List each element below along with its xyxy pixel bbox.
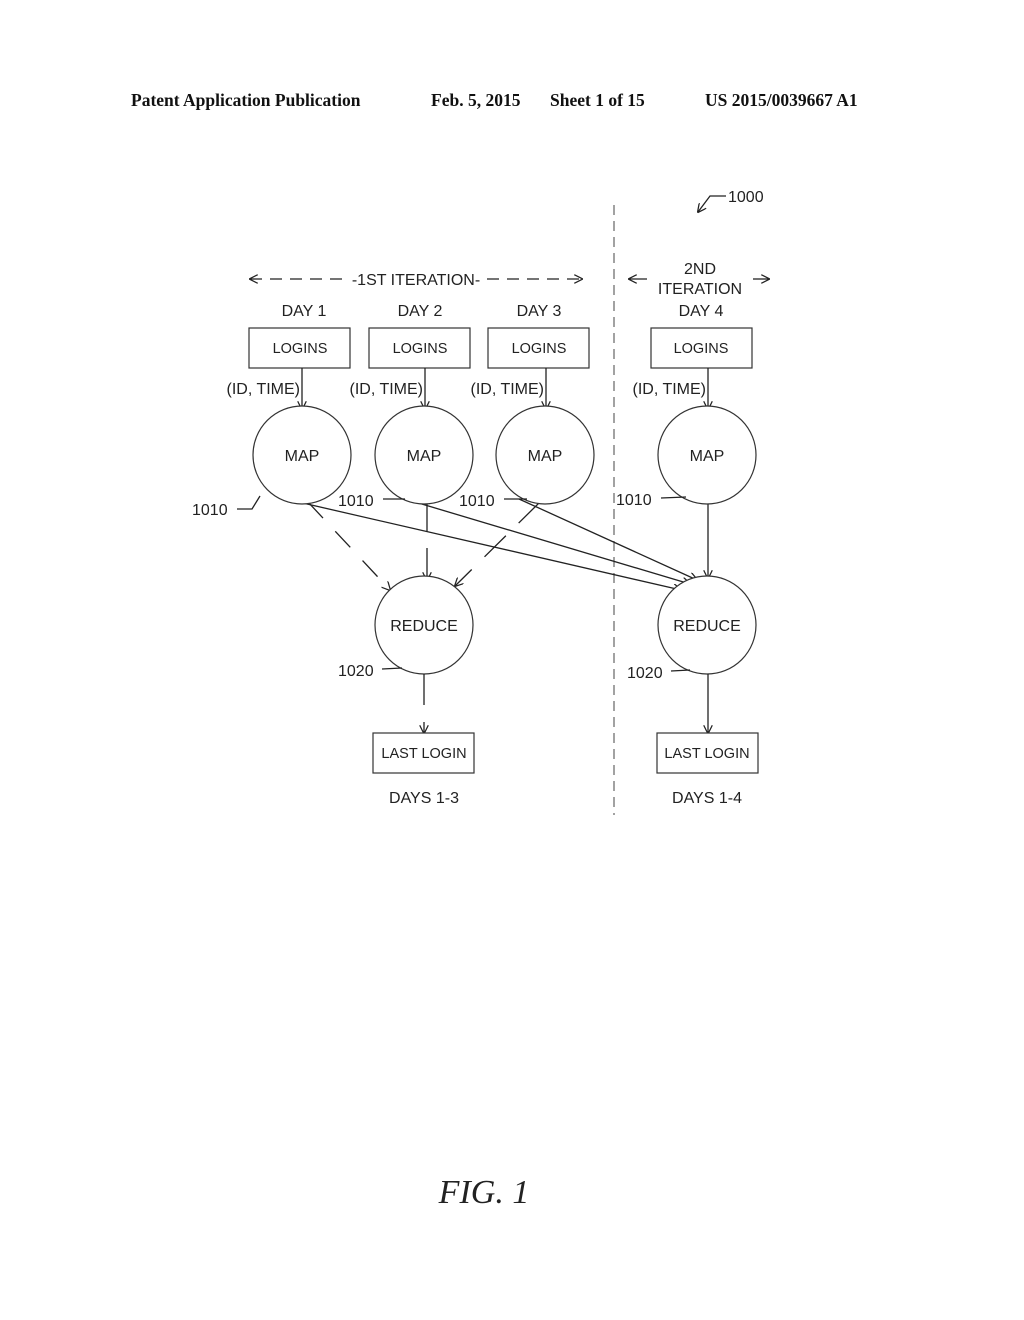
iteration1-label: -1ST ITERATION- [352, 272, 480, 289]
map-ref-label: 1010 [338, 493, 374, 510]
day-label: DAY 4 [679, 303, 724, 320]
map-label: MAP [407, 448, 442, 465]
edge-label-id-time: (ID, TIME) [633, 381, 706, 398]
edge-map3-to-reduce2 [518, 498, 697, 580]
edge-label-id-time: (ID, TIME) [350, 381, 423, 398]
reduce-ref-label: 1020 [627, 665, 663, 682]
edge-map3-to-reduce1 [455, 501, 541, 586]
edge-label-id-time: (ID, TIME) [227, 381, 300, 398]
logins-label: LOGINS [512, 341, 567, 357]
ref-leader-1000 [698, 195, 726, 212]
map-ref-label: 1010 [459, 493, 495, 510]
reduce-label: REDUCE [390, 618, 458, 635]
edge-map1-to-reduce2 [293, 500, 681, 590]
iteration2-label-line1: 2ND [684, 261, 716, 278]
map-label: MAP [690, 448, 725, 465]
last-login-label: LAST LOGIN [381, 746, 466, 762]
edge-map1-to-reduce1 [307, 501, 390, 590]
output-range-label: DAYS 1-4 [672, 790, 742, 807]
figure-ref-1000: 1000 [728, 189, 764, 206]
iteration2-label-line2: ITERATION [658, 281, 742, 298]
logins-label: LOGINS [273, 341, 328, 357]
reduce-ref-leader [670, 669, 691, 672]
mapreduce-diagram: 1000 -1ST ITERATION- 2ND ITERATION DAY 1… [192, 189, 1024, 1211]
map-label: MAP [285, 448, 320, 465]
map-ref-leader [237, 495, 261, 510]
logins-label: LOGINS [674, 341, 729, 357]
last-login-label: LAST LOGIN [664, 746, 749, 762]
logins-label: LOGINS [393, 341, 448, 357]
figure-caption: FIG. 1 [438, 1174, 530, 1211]
edge-label-id-time: (ID, TIME) [471, 381, 544, 398]
map-ref-label: 1010 [192, 502, 228, 519]
reduce-label: REDUCE [673, 618, 741, 635]
reduce-ref-leader [381, 667, 403, 670]
map-ref-label: 1010 [616, 492, 652, 509]
output-range-label: DAYS 1-3 [389, 790, 459, 807]
day-label: DAY 3 [517, 303, 562, 320]
day-label: DAY 1 [282, 303, 327, 320]
reduce-ref-label: 1020 [338, 663, 374, 680]
day-label: DAY 2 [398, 303, 443, 320]
map-label: MAP [528, 448, 563, 465]
